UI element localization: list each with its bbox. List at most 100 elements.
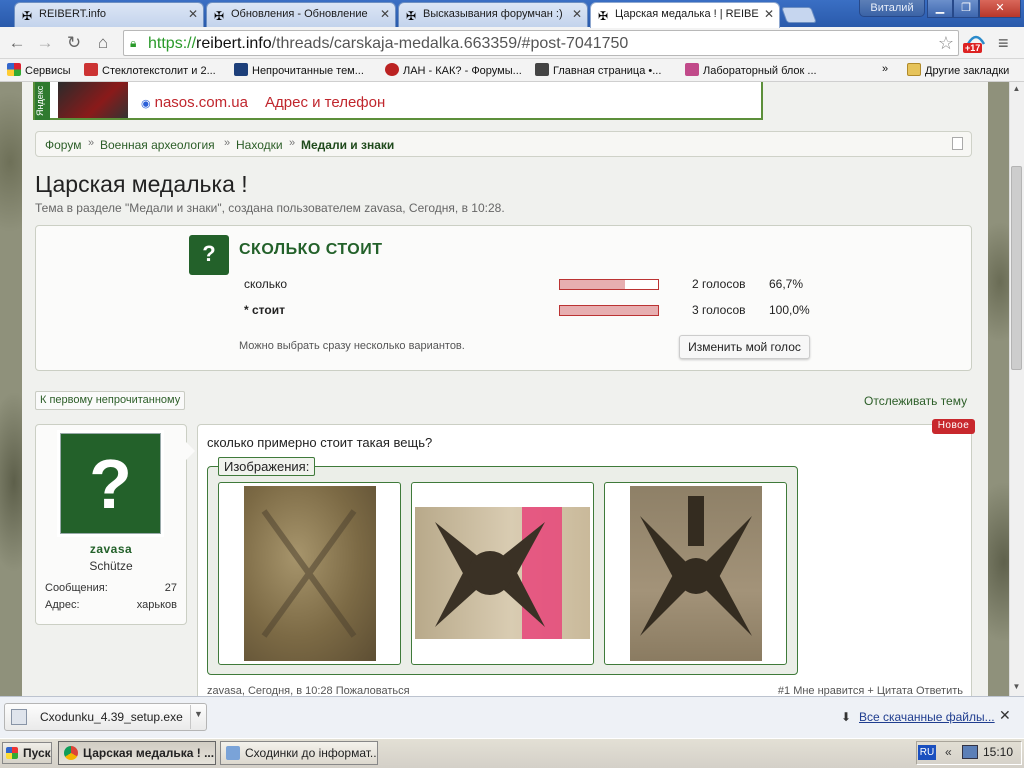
- poll-option-label-selected: * стоит: [244, 303, 285, 317]
- tab-title: Царская медалька ! | REIBE: [615, 8, 759, 20]
- bookmark-unread[interactable]: Непрочитанные тем...: [234, 63, 364, 77]
- download-divider: [190, 705, 191, 729]
- post-actions[interactable]: #1 Мне нравится + Цитата Ответить: [778, 685, 963, 696]
- menu-icon[interactable]: ≡: [998, 33, 1009, 54]
- maximize-icon[interactable]: ❐: [953, 0, 979, 18]
- page-viewport: Яндекс ◉ nasos.com.ua Адрес и телефон Фор…: [0, 82, 1009, 696]
- globe-icon: ◉: [141, 98, 151, 110]
- tab-close-icon[interactable]: ✕: [572, 7, 582, 21]
- messages-label: Сообщения:: [45, 582, 108, 594]
- download-arrow-icon: ⬇: [841, 710, 852, 724]
- reload-icon[interactable]: ↻: [63, 32, 85, 54]
- username-link[interactable]: zavasa: [35, 542, 187, 556]
- close-window-icon[interactable]: ✕: [979, 0, 1021, 18]
- chevron-right-icon: »: [289, 137, 296, 149]
- forward-icon[interactable]: →: [34, 32, 56, 54]
- bookmark-lab-block[interactable]: Лабораторный блок ...: [685, 63, 817, 77]
- crumb-finds[interactable]: Находки: [236, 138, 283, 152]
- scroll-down-icon[interactable]: ▼: [1009, 680, 1024, 694]
- network-icon[interactable]: [962, 745, 978, 759]
- clock: 15:10: [983, 745, 1014, 759]
- iron-cross-icon: ✠: [598, 9, 609, 23]
- tray-expand-icon[interactable]: «: [945, 745, 952, 759]
- bookmark-main-page[interactable]: Главная страница •...: [535, 63, 661, 77]
- chevron-down-icon[interactable]: ▼: [194, 709, 203, 719]
- poll-option-bar: [559, 305, 659, 316]
- browser-toolbar: ← → ↻ ⌂ 🔒︎ https://reibert.info/threads/…: [0, 27, 1024, 59]
- ad-site-link[interactable]: ◉ nasos.com.ua: [141, 94, 248, 111]
- eq-logo-icon: [685, 63, 699, 76]
- profile-badge[interactable]: Виталий: [859, 0, 925, 17]
- url-text[interactable]: https://reibert.info/threads/carskaja-me…: [148, 35, 628, 53]
- bookmark-star-icon[interactable]: ☆: [938, 33, 954, 54]
- lan-logo-icon: [385, 63, 399, 76]
- crumb-medals[interactable]: Медали и знаки: [301, 138, 394, 152]
- tab-close-icon[interactable]: ✕: [188, 7, 198, 21]
- tab-updates[interactable]: ✠ Обновления - Обновление ✕: [206, 2, 396, 27]
- windows-logo-icon: [6, 747, 18, 759]
- post-meta[interactable]: zavasa, Сегодня, в 10:28 Пожаловаться: [207, 685, 410, 696]
- tab-title: Обновления - Обновление: [231, 8, 368, 20]
- address-value: харьков: [136, 599, 177, 611]
- extension-icon[interactable]: +17: [963, 32, 989, 56]
- ad-address-link[interactable]: Адрес и телефон: [265, 94, 385, 111]
- address-bar[interactable]: 🔒︎ https://reibert.info/threads/carskaja…: [123, 30, 959, 56]
- watch-thread-link[interactable]: Отслеживать тему: [864, 394, 967, 408]
- poll-option-percent: 66,7%: [769, 277, 804, 291]
- taskbar-task-chrome[interactable]: Царская медалька ! ...: [58, 741, 216, 765]
- minimize-icon[interactable]: ▁: [927, 0, 953, 18]
- tab-close-icon[interactable]: ✕: [764, 7, 774, 21]
- iron-cross-icon: ✠: [406, 9, 417, 23]
- bookmarks-overflow-button[interactable]: »: [882, 63, 888, 75]
- new-tab-button[interactable]: [781, 7, 817, 23]
- tab-reibert-info[interactable]: ✠ REIBERT.info ✕: [14, 2, 204, 27]
- tab-close-icon[interactable]: ✕: [380, 7, 390, 21]
- messages-count: 27: [164, 582, 177, 594]
- tab-title: Высказывания форумчан :): [423, 8, 563, 20]
- soldier-icon: [234, 63, 248, 76]
- close-icon[interactable]: ✕: [999, 707, 1011, 724]
- all-downloads-link[interactable]: Все скачанные файлы...: [859, 710, 995, 724]
- poll-question: СКОЛЬКО СТОИТ: [239, 241, 383, 258]
- address-label: Адрес:: [45, 599, 80, 611]
- cross-silhouette: [640, 496, 752, 636]
- crumb-forum[interactable]: Форум: [45, 138, 81, 152]
- scrollbar-thumb[interactable]: [1011, 166, 1022, 370]
- cross-silhouette: [435, 522, 545, 627]
- change-vote-button[interactable]: Изменить мой голос: [679, 335, 810, 359]
- poll-option-label: сколько: [244, 277, 288, 291]
- new-badge: Новое: [932, 419, 975, 434]
- back-icon[interactable]: ←: [6, 32, 28, 54]
- poll-option-percent: 100,0%: [769, 303, 810, 317]
- iron-cross-icon: ✠: [22, 9, 33, 23]
- taskbar-task-editor[interactable]: Сходинки до інформат...: [220, 741, 378, 765]
- user-title: Schütze: [89, 559, 133, 573]
- attachment-thumbnail[interactable]: [604, 482, 787, 665]
- notepad-icon: [226, 746, 240, 760]
- bookmark-fiberglass[interactable]: Стеклотекстолит и 2...: [84, 63, 216, 77]
- crumb-military-archaeology[interactable]: Военная археология: [100, 138, 215, 152]
- chrome-icon: [64, 746, 78, 760]
- folder-icon: [907, 63, 921, 76]
- tab-quotes[interactable]: ✠ Высказывания форумчан :) ✕: [398, 2, 588, 27]
- tab-current-thread[interactable]: ✠ Царская медалька ! | REIBE ✕: [590, 2, 780, 28]
- chevron-right-icon: »: [224, 137, 231, 149]
- bookmark-lan-forum[interactable]: ЛАН - КАК? - Форумы...: [385, 63, 522, 77]
- bookmark-apps[interactable]: Сервисы: [7, 63, 71, 77]
- other-bookmarks[interactable]: Другие закладки: [907, 63, 1009, 77]
- lock-icon: 🔒︎: [130, 36, 137, 50]
- poll-bar-fill: [560, 280, 626, 289]
- page-icon[interactable]: [952, 137, 963, 150]
- ad-image[interactable]: [58, 82, 128, 118]
- language-indicator[interactable]: RU: [918, 745, 936, 760]
- breadcrumb: Форум » Военная археология » Находки » М…: [35, 131, 972, 157]
- apps-grid-icon: [7, 63, 21, 76]
- attachment-thumbnail[interactable]: [411, 482, 594, 665]
- poll-option-bar: [559, 279, 659, 290]
- scroll-up-icon[interactable]: ▲: [1009, 82, 1024, 96]
- avatar[interactable]: ?: [57, 430, 164, 537]
- attachment-thumbnail[interactable]: [218, 482, 401, 665]
- chevron-right-icon: »: [88, 137, 95, 149]
- home-icon[interactable]: ⌂: [92, 32, 114, 54]
- first-unread-button[interactable]: К первому непрочитанному: [35, 391, 186, 410]
